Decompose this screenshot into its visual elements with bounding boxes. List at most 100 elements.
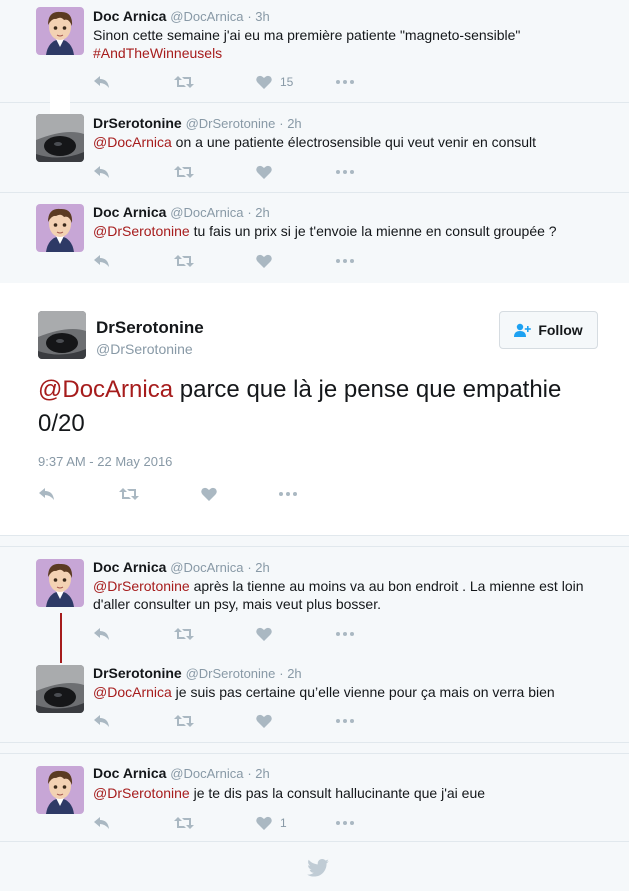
follow-button[interactable]: Follow <box>499 311 598 349</box>
mention-link[interactable]: @DocArnica <box>38 376 173 403</box>
image-placeholder <box>50 90 70 117</box>
tweet-text: @DrSerotonine tu fais un prix si je t'en… <box>93 222 613 240</box>
author-name[interactable]: DrSerotonine <box>93 115 182 131</box>
more-button[interactable] <box>336 72 354 92</box>
retweet-button[interactable] <box>174 624 194 644</box>
tweet-time[interactable]: · 2h <box>279 666 301 681</box>
author-handle[interactable]: @DocArnica <box>170 560 243 575</box>
author-name[interactable]: DrSerotonine <box>93 665 182 681</box>
like-button[interactable]: 1 <box>256 813 287 833</box>
reply-button[interactable] <box>38 484 56 504</box>
hashtag-link[interactable]: #AndTheWinneusels <box>93 45 222 61</box>
like-icon <box>256 254 272 268</box>
more-button[interactable] <box>336 624 354 644</box>
like-icon <box>256 165 272 179</box>
author-handle[interactable]: @DrSerotonine <box>96 341 193 357</box>
like-icon <box>256 714 272 728</box>
avatar[interactable] <box>38 311 86 359</box>
mention-link[interactable]: @DrSerotonine <box>93 578 190 594</box>
like-button[interactable] <box>256 162 272 182</box>
tweet-text: @DrSerotonine après la tienne au moins v… <box>93 577 608 613</box>
like-button[interactable] <box>256 624 272 644</box>
retweet-button[interactable] <box>174 251 194 271</box>
tweet-time[interactable]: · 2h <box>247 205 269 220</box>
follow-label: Follow <box>538 322 583 338</box>
like-button[interactable]: 15 <box>256 72 293 92</box>
tweet-text: @DrSerotonine je te dis pas la consult h… <box>93 784 613 802</box>
mention-link[interactable]: @DrSerotonine <box>93 223 190 239</box>
avatar[interactable] <box>36 114 84 162</box>
mention-link[interactable]: @DocArnica <box>93 684 172 700</box>
avatar[interactable] <box>36 766 84 814</box>
retweet-button[interactable] <box>174 72 194 92</box>
retweet-button[interactable] <box>174 813 194 833</box>
like-count: 15 <box>280 75 294 89</box>
retweet-icon <box>174 628 194 640</box>
author-name[interactable]: Doc Arnica <box>93 765 166 781</box>
like-count: 1 <box>280 816 287 830</box>
author-name[interactable]: Doc Arnica <box>93 559 166 575</box>
retweet-button[interactable] <box>119 484 139 504</box>
reply-button[interactable] <box>93 251 111 271</box>
more-button[interactable] <box>336 813 354 833</box>
avatar[interactable] <box>36 559 84 607</box>
author-handle[interactable]: @DrSerotonine <box>186 116 276 131</box>
more-button[interactable] <box>279 484 297 504</box>
author-name[interactable]: Doc Arnica <box>93 8 166 24</box>
retweet-button[interactable] <box>174 162 194 182</box>
reply-icon <box>94 715 109 727</box>
author-handle[interactable]: @DocArnica <box>170 766 243 781</box>
reply-icon <box>94 817 109 829</box>
reply-icon <box>39 488 54 500</box>
reply-button[interactable] <box>93 624 111 644</box>
tweet-time[interactable]: · 2h <box>247 766 269 781</box>
avatar[interactable] <box>36 7 84 55</box>
focused-tweet-text: @DocArnica parce que là je pense que emp… <box>38 373 598 441</box>
tweet-time[interactable]: · 2h <box>279 116 301 131</box>
tweet-body: je te dis pas la consult hallucinante qu… <box>189 785 486 801</box>
retweet-button[interactable] <box>174 711 194 731</box>
like-icon <box>201 487 217 501</box>
mention-link[interactable]: @DocArnica <box>93 134 172 150</box>
tweet-body: tu fais un prix si je t'envoie la mienne… <box>189 223 557 239</box>
tweet-time[interactable]: · 3h <box>247 9 269 24</box>
like-icon <box>256 816 272 830</box>
reply-button[interactable] <box>93 72 111 92</box>
more-icon <box>336 259 354 263</box>
like-icon <box>256 75 272 89</box>
reply-button[interactable] <box>93 813 111 833</box>
tweet-body: je suis pas certaine qu’elle vienne pour… <box>171 684 555 700</box>
more-icon <box>336 80 354 84</box>
mention-link[interactable]: @DrSerotonine <box>93 785 190 801</box>
author-handle[interactable]: @DocArnica <box>170 205 243 220</box>
more-button[interactable] <box>336 251 354 271</box>
tweet-time[interactable]: · 2h <box>247 560 269 575</box>
more-icon <box>336 719 354 723</box>
follow-person-icon <box>514 323 532 337</box>
tweet-text: Sinon cette semaine j'ai eu ma première … <box>93 26 613 62</box>
tweet-date[interactable]: 9:37 AM - 22 May 2016 <box>38 454 172 469</box>
reply-icon <box>94 76 109 88</box>
avatar[interactable] <box>36 665 84 713</box>
reply-button[interactable] <box>93 162 111 182</box>
like-button[interactable] <box>256 251 272 271</box>
like-button[interactable] <box>201 484 217 504</box>
more-button[interactable] <box>336 162 354 182</box>
author-handle[interactable]: @DrSerotonine <box>186 666 276 681</box>
retweet-icon <box>174 76 194 88</box>
retweet-icon <box>174 166 194 178</box>
retweet-icon <box>174 715 194 727</box>
tweet-text: @DocArnica je suis pas certaine qu’elle … <box>93 683 613 701</box>
like-button[interactable] <box>256 711 272 731</box>
tweet-text: @DocArnica on a une patiente électrosens… <box>93 133 613 151</box>
author-name[interactable]: DrSerotonine <box>96 318 204 338</box>
author-name[interactable]: Doc Arnica <box>93 204 166 220</box>
reply-icon <box>94 628 109 640</box>
avatar[interactable] <box>36 204 84 252</box>
twitter-bird-icon[interactable] <box>307 859 329 882</box>
reply-button[interactable] <box>93 711 111 731</box>
author-handle[interactable]: @DocArnica <box>170 9 243 24</box>
more-button[interactable] <box>336 711 354 731</box>
retweet-icon <box>119 488 139 500</box>
more-icon <box>336 632 354 636</box>
